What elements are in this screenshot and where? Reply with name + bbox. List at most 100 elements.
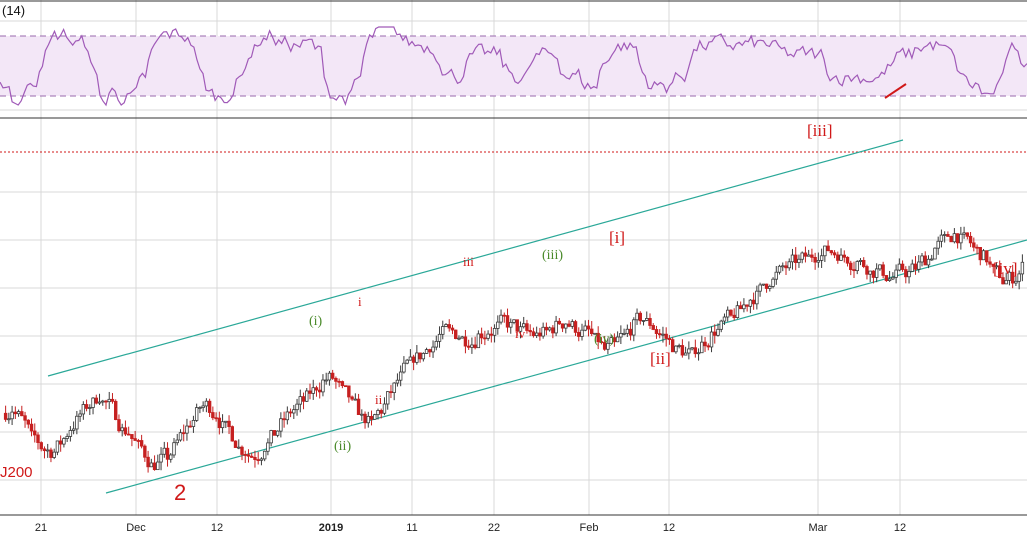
candle-body	[369, 415, 374, 420]
candle-body	[194, 407, 199, 421]
candle-body	[408, 356, 413, 361]
candle-body	[415, 352, 419, 363]
candle-body	[706, 345, 710, 348]
candle-body	[172, 442, 176, 456]
candle-body	[920, 255, 924, 263]
candle-body	[136, 440, 141, 442]
candle-body	[379, 410, 383, 414]
candle-body	[881, 264, 885, 276]
candle-body	[217, 417, 222, 429]
candle-body	[334, 377, 338, 382]
candle-body	[114, 400, 118, 420]
candle-body	[230, 426, 234, 442]
candle-body	[441, 326, 445, 335]
candle-body	[350, 396, 354, 400]
candle-body	[654, 329, 659, 334]
candle-body	[360, 413, 364, 416]
candle-body	[46, 449, 50, 452]
candle-body	[570, 321, 574, 327]
candle-body	[159, 453, 163, 463]
wave-label-paren-iii: (iii)	[542, 248, 563, 263]
x-tick-label: 12	[211, 522, 223, 534]
candle-body	[580, 329, 584, 337]
candle-body	[68, 430, 73, 437]
candle-body	[862, 259, 866, 267]
candle-body	[819, 255, 824, 261]
candle-body	[664, 333, 668, 339]
candle-body	[868, 270, 872, 275]
candle-body	[240, 446, 244, 455]
candle-body	[709, 331, 714, 348]
candle-body	[94, 397, 98, 404]
candle-body	[65, 436, 69, 439]
candle-body	[36, 434, 40, 443]
candle-body	[538, 332, 542, 337]
candle-body	[392, 382, 396, 393]
candle-body	[719, 320, 723, 330]
candle-body	[165, 447, 170, 460]
candle-body	[878, 264, 882, 270]
candle-body	[211, 412, 215, 419]
candle-body	[395, 379, 400, 384]
candle-body	[619, 333, 623, 338]
candle-body	[185, 425, 189, 434]
candle-body	[787, 261, 791, 269]
candle-body	[20, 411, 24, 417]
candle-body	[641, 320, 646, 322]
candle-body	[101, 400, 105, 403]
candle-body	[683, 352, 688, 356]
candle-body	[486, 333, 490, 339]
candle-body	[858, 259, 863, 262]
candle-body	[224, 420, 228, 423]
candle-body	[295, 403, 299, 411]
candle-body	[78, 413, 82, 417]
candle-body	[402, 362, 406, 373]
candle-body	[946, 234, 950, 237]
candle-body	[942, 234, 947, 236]
candle-body	[502, 314, 506, 317]
candle-body	[476, 333, 481, 349]
candle-body	[541, 326, 545, 337]
candle-body	[460, 336, 464, 339]
candle-body	[39, 442, 43, 450]
candle-body	[1001, 277, 1005, 285]
candle-body	[198, 407, 202, 409]
candle-body	[376, 410, 380, 416]
candle-body	[628, 328, 633, 336]
candle-body	[324, 379, 328, 382]
candle-body	[311, 387, 315, 394]
candle-body	[758, 284, 762, 292]
candle-body	[321, 379, 325, 393]
candle-body	[554, 320, 558, 334]
candle-body	[1017, 273, 1021, 282]
candle-body	[243, 454, 247, 456]
candle-body	[910, 263, 914, 272]
candle-body	[227, 420, 231, 428]
candle-body	[191, 419, 196, 427]
candle-body	[505, 315, 510, 328]
candle-body	[301, 396, 306, 402]
price-chart[interactable]: (14) 2 (i) i ii (ii) iii iv (iii) [i] (i…	[0, 0, 1027, 539]
candle-body	[330, 372, 335, 379]
candle-body	[560, 323, 565, 329]
candle-body	[874, 268, 879, 278]
candle-body	[952, 233, 957, 243]
candle-body	[887, 278, 892, 281]
x-tick-label: 11	[406, 522, 417, 534]
candle-body	[214, 417, 218, 420]
candle-body	[806, 254, 811, 257]
candle-body	[104, 400, 108, 403]
candle-body	[169, 454, 173, 460]
candle-body	[713, 331, 717, 336]
candle-body	[573, 321, 578, 333]
candle-body	[972, 242, 976, 248]
candle-body	[363, 413, 367, 424]
candle-body	[285, 411, 290, 421]
candle-body	[735, 305, 740, 319]
candle-body	[784, 265, 788, 269]
candle-body	[418, 352, 422, 360]
candle-body	[968, 235, 973, 244]
candle-body	[33, 430, 37, 436]
candle-body	[175, 439, 179, 444]
candle-body	[71, 428, 76, 431]
